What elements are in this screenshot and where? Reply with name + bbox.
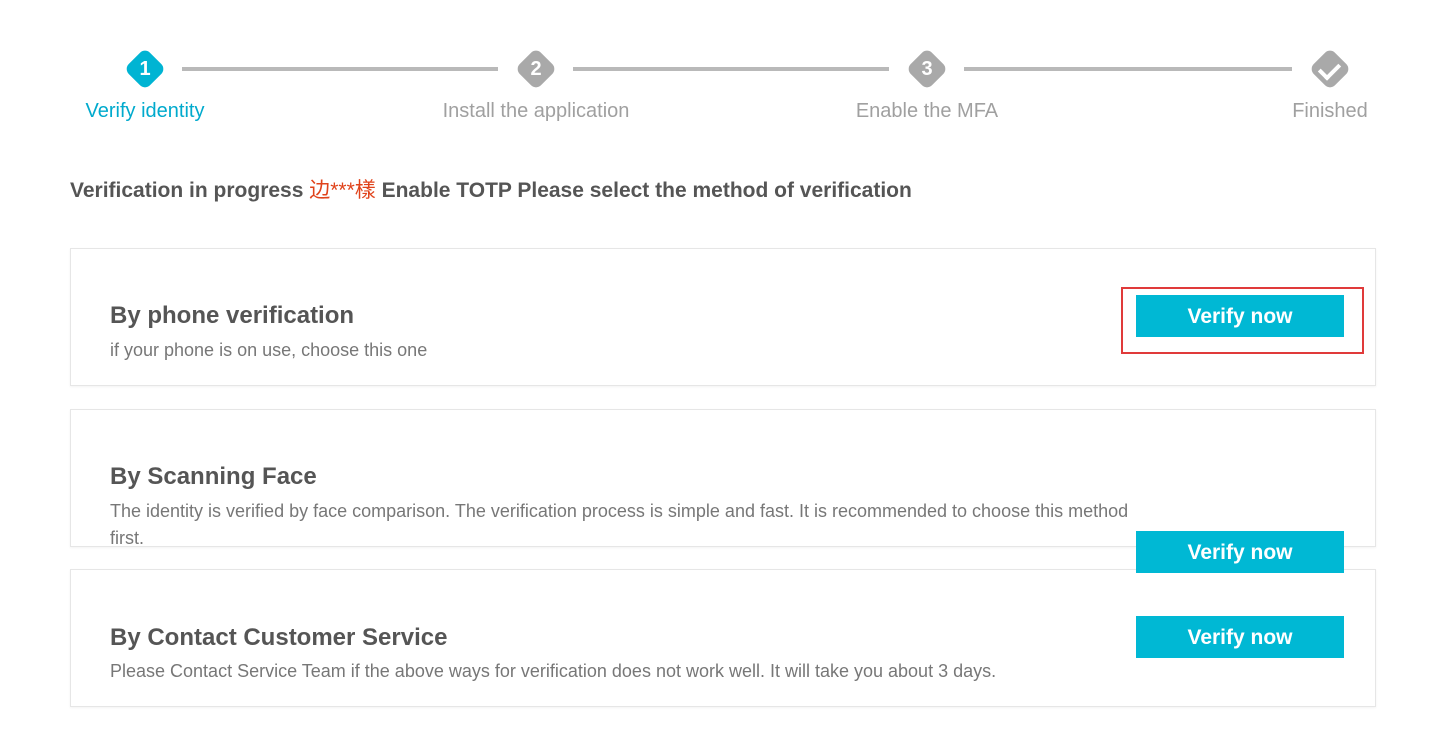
method-card-face: By Scanning Face The identity is verifie…	[70, 409, 1376, 548]
masked-username: 边***樣	[309, 179, 376, 202]
step-connector	[573, 67, 889, 71]
step-finished-check-icon	[1308, 47, 1352, 91]
highlight-box	[1121, 287, 1364, 354]
heading-suffix: Enable TOTP Please select the method of …	[375, 179, 912, 202]
method-description: Please Contact Service Team if the above…	[110, 661, 997, 681]
step-1-label: Verify identity	[85, 100, 205, 122]
verify-face-button[interactable]: Verify now	[1136, 531, 1344, 573]
method-title: By Scanning Face	[110, 463, 317, 490]
method-title: By phone verification	[110, 302, 355, 329]
page-heading: Verification in progress 边***樣 Enable TO…	[70, 174, 912, 204]
progress-stepper: 1 2 3 Verify identity Install the applic…	[0, 0, 1440, 140]
method-description: The identity is verified by face compari…	[110, 501, 1129, 548]
verify-customer-service-button[interactable]: Verify now	[1136, 616, 1344, 658]
step-4-label: Finished	[1292, 100, 1368, 122]
mfa-setup-page: 1 2 3 Verify identity Install the applic…	[0, 0, 1440, 745]
step-2-label: Install the application	[442, 100, 630, 122]
step-connector	[182, 67, 498, 71]
step-3-number: 3	[921, 58, 933, 80]
step-3-icon: 3	[905, 47, 949, 91]
method-title: By Contact Customer Service	[110, 624, 448, 651]
heading-prefix: Verification in progress	[70, 179, 310, 202]
method-description: if your phone is on use, choose this one	[110, 340, 428, 360]
step-connector	[964, 67, 1292, 71]
step-2-icon: 2	[514, 47, 558, 91]
step-3-label: Enable the MFA	[855, 100, 999, 122]
step-1-number: 1	[139, 58, 151, 80]
step-2-number: 2	[530, 58, 542, 80]
step-1-icon: 1	[123, 47, 167, 91]
